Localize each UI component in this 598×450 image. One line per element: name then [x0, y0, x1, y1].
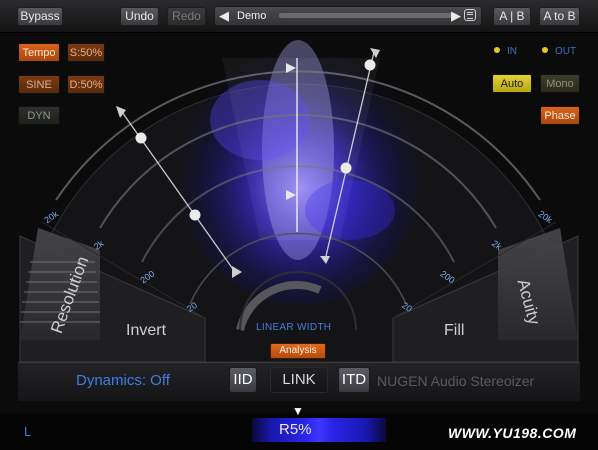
itd-button[interactable]: ITD	[338, 367, 370, 393]
right-top-handle-icon[interactable]	[370, 48, 380, 58]
analysis-button[interactable]: Analysis	[270, 343, 326, 359]
meter-bar	[252, 418, 386, 442]
linear-width-label: LINEAR WIDTH	[256, 322, 332, 333]
input-led-icon	[494, 47, 500, 53]
link-button[interactable]: LINK	[270, 367, 328, 393]
mono-button[interactable]: Mono	[540, 74, 580, 93]
tempo-button[interactable]: Tempo	[18, 43, 60, 62]
speed-button[interactable]: S:50%	[67, 43, 105, 62]
brand-label: NUGEN Audio Stereoizer	[377, 373, 535, 389]
right-node-upper[interactable]	[364, 59, 376, 71]
sine-button[interactable]: SINE	[18, 75, 60, 94]
left-node-lower[interactable]	[189, 209, 201, 221]
watermark: WWW.YU198.COM	[448, 425, 577, 441]
meter-caret-icon: ▼	[292, 404, 304, 418]
output-label: OUT	[555, 46, 577, 57]
meter-left-label: L	[24, 424, 32, 439]
phase-button[interactable]: Phase	[540, 106, 580, 125]
fill-label[interactable]: Fill	[444, 322, 464, 340]
invert-label[interactable]: Invert	[126, 322, 166, 340]
dynamics-status[interactable]: Dynamics: Off	[76, 372, 170, 389]
left-node-upper[interactable]	[135, 132, 147, 144]
iid-button[interactable]: IID	[229, 367, 257, 393]
auto-button[interactable]: Auto	[492, 74, 532, 93]
right-node-lower[interactable]	[340, 162, 352, 174]
output-led-icon	[542, 47, 548, 53]
depth-button[interactable]: D:50%	[67, 75, 105, 94]
dyn-button[interactable]: DYN	[18, 106, 60, 125]
output-indicator: OUT	[542, 46, 576, 57]
input-indicator: IN	[494, 46, 517, 57]
input-label: IN	[507, 46, 517, 57]
meter-value: R5%	[279, 421, 312, 438]
